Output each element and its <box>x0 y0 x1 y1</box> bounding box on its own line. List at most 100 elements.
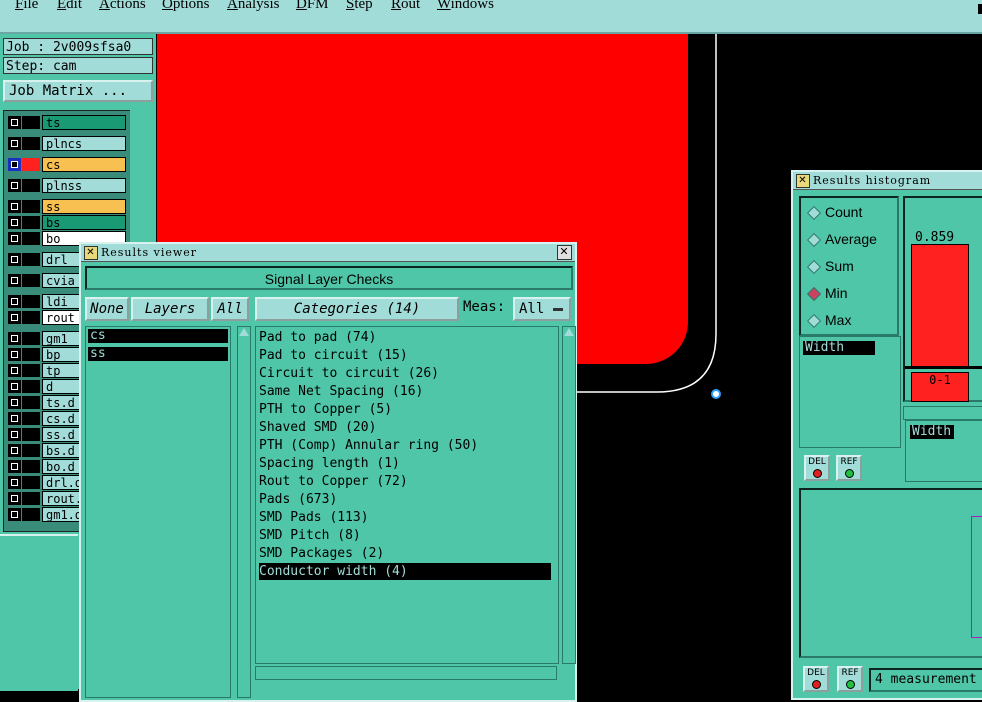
layer-checkbox[interactable] <box>8 492 21 505</box>
layer-color-swatch[interactable] <box>22 380 40 393</box>
layer-color-swatch[interactable] <box>22 348 40 361</box>
layer-color-swatch[interactable] <box>22 332 40 345</box>
width-field[interactable]: Width <box>803 341 875 355</box>
category-item[interactable]: SMD Packages (2) <box>259 545 384 562</box>
layer-checkbox[interactable] <box>8 364 21 377</box>
layer-color-swatch[interactable] <box>22 116 40 129</box>
none-button[interactable]: None <box>85 297 129 321</box>
layer-color-swatch[interactable] <box>22 508 40 521</box>
layer-checkbox[interactable] <box>8 311 21 324</box>
layer-color-swatch[interactable] <box>22 137 40 150</box>
layer-color-swatch[interactable] <box>22 396 40 409</box>
radio-diamond-icon[interactable] <box>806 313 822 329</box>
layer-row-ts[interactable]: ts <box>6 115 128 131</box>
layer-name[interactable]: bs <box>42 215 126 230</box>
layer-checkbox[interactable] <box>8 116 21 129</box>
layer-color-swatch[interactable] <box>22 412 40 425</box>
layer-name[interactable]: ts <box>42 115 126 130</box>
scroll-up-icon[interactable] <box>239 328 249 336</box>
category-item[interactable]: Spacing length (1) <box>259 455 400 472</box>
menu-step[interactable]: Step <box>346 0 373 13</box>
layer-checkbox[interactable] <box>8 428 21 441</box>
category-item[interactable]: Rout to Copper (72) <box>259 473 408 490</box>
histogram-hscrollbar[interactable] <box>903 406 982 420</box>
categories-list[interactable]: Pad to pad (74) Pad to circuit (15) Circui… <box>255 326 559 664</box>
layer-color-swatch[interactable] <box>22 364 40 377</box>
category-item[interactable]: PTH (Comp) Annular ring (50) <box>259 437 478 454</box>
menu-rout[interactable]: Rout <box>391 0 420 13</box>
layer-color-swatch[interactable] <box>22 179 40 192</box>
layer-checkbox[interactable] <box>8 396 21 409</box>
layer-checkbox[interactable] <box>8 232 21 245</box>
category-item[interactable]: SMD Pads (113) <box>259 509 369 526</box>
window-menu-icon[interactable]: ✕ <box>84 246 98 260</box>
menu-edit[interactable]: Edit <box>57 0 82 13</box>
window-menu-icon[interactable]: ✕ <box>796 174 810 188</box>
meas-dropdown[interactable]: All <box>513 297 571 321</box>
category-item[interactable]: Same Net Spacing (16) <box>259 383 423 400</box>
layer-checkbox[interactable] <box>8 295 21 308</box>
layer-color-swatch[interactable] <box>22 253 40 266</box>
category-item[interactable]: SMD Pitch (8) <box>259 527 361 544</box>
layer-color-swatch[interactable] <box>22 428 40 441</box>
menu-file[interactable]: File <box>15 0 38 13</box>
radio-diamond-icon[interactable] <box>806 205 822 221</box>
selected-layer-item[interactable]: cs <box>88 329 228 343</box>
category-item[interactable]: Conductor width (4) <box>259 563 551 580</box>
histogram-titlebar[interactable]: ✕ Results histogram <box>793 172 982 190</box>
layer-checkbox[interactable] <box>8 460 21 473</box>
layer-color-swatch[interactable] <box>22 311 40 324</box>
layer-row-plnss[interactable]: plnss <box>6 178 128 194</box>
layer-name[interactable]: plnss <box>42 178 126 193</box>
ref-button-bottom[interactable]: REF <box>837 666 863 692</box>
layer-color-swatch[interactable] <box>22 216 40 229</box>
layers-scrollbar[interactable] <box>237 326 251 698</box>
layer-row-ss[interactable]: ss <box>6 199 128 215</box>
scroll-up-icon[interactable] <box>564 328 574 336</box>
layer-row-bs[interactable]: bs <box>6 215 128 231</box>
layer-checkbox[interactable] <box>8 508 21 521</box>
layer-checkbox[interactable] <box>8 137 21 150</box>
layer-name[interactable]: cs <box>42 157 126 172</box>
category-item[interactable]: Pads (673) <box>259 491 337 508</box>
layer-checkbox[interactable] <box>8 444 21 457</box>
histogram-field-list[interactable]: Width DEL REF <box>799 336 901 481</box>
all-button[interactable]: All <box>211 297 249 321</box>
layer-checkbox[interactable] <box>8 476 21 489</box>
category-item[interactable]: Shaved SMD (20) <box>259 419 376 436</box>
categories-scrollbar[interactable] <box>562 326 576 664</box>
radio-diamond-icon[interactable] <box>806 286 822 302</box>
layer-row-cs[interactable]: cs <box>6 157 128 173</box>
width-field-2[interactable]: Width <box>910 425 954 439</box>
category-item[interactable]: Pad to pad (74) <box>259 329 376 346</box>
categories-hscrollbar[interactable] <box>255 666 557 680</box>
results-viewer-titlebar[interactable]: ✕ Results viewer ✕ <box>81 244 575 262</box>
layers-button[interactable]: Layers <box>131 297 209 321</box>
menu-options[interactable]: Options <box>162 0 210 13</box>
menu-dfm[interactable]: DFM <box>296 0 329 13</box>
layer-color-swatch[interactable] <box>22 274 40 287</box>
layer-name[interactable]: ss <box>42 199 126 214</box>
ref-button[interactable]: REF <box>836 455 862 481</box>
menu-windows[interactable]: Windows <box>437 0 494 13</box>
layer-checkbox[interactable] <box>8 412 21 425</box>
close-icon[interactable]: ✕ <box>557 245 572 260</box>
layer-checkbox[interactable] <box>8 158 21 171</box>
menu-analysis[interactable]: Analysis <box>227 0 280 13</box>
layer-name[interactable]: plncs <box>42 136 126 151</box>
layer-checkbox[interactable] <box>8 380 21 393</box>
categories-button[interactable]: Categories (14) <box>255 297 459 321</box>
layer-color-swatch[interactable] <box>22 232 40 245</box>
layer-checkbox[interactable] <box>8 179 21 192</box>
layer-checkbox[interactable] <box>8 348 21 361</box>
layer-checkbox[interactable] <box>8 253 21 266</box>
layer-color-swatch[interactable] <box>22 200 40 213</box>
layer-checkbox[interactable] <box>8 332 21 345</box>
radio-diamond-icon[interactable] <box>806 259 822 275</box>
selected-layer-item[interactable]: ss <box>88 347 228 361</box>
layer-row-plncs[interactable]: plncs <box>6 136 128 152</box>
layer-checkbox[interactable] <box>8 216 21 229</box>
category-item[interactable]: Circuit to circuit (26) <box>259 365 439 382</box>
layer-checkbox[interactable] <box>8 200 21 213</box>
layer-checkbox[interactable] <box>8 274 21 287</box>
